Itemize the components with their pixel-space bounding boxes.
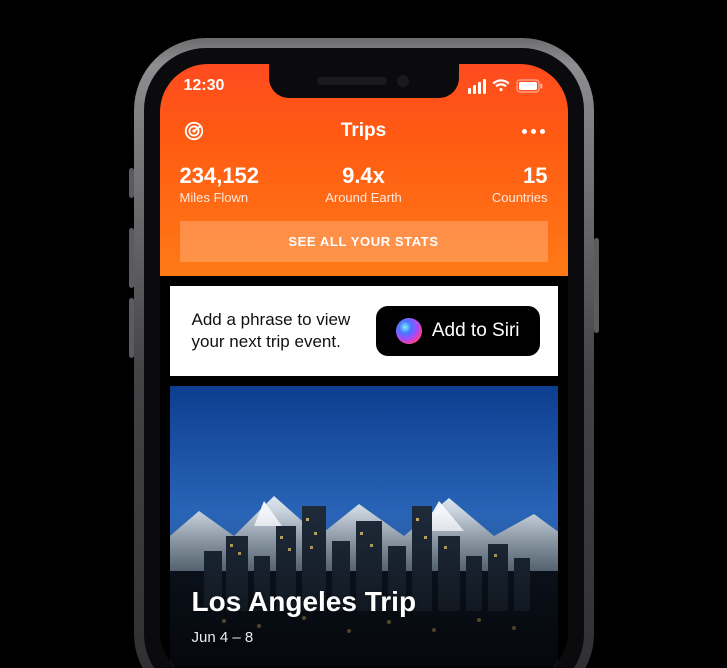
stat-label: Countries xyxy=(430,190,547,205)
stats-row: 234,152 Miles Flown 9.4x Around Earth 15… xyxy=(180,164,548,205)
trip-card-los-angeles[interactable]: Los Angeles Trip Jun 4 – 8 xyxy=(170,386,558,666)
trip-title: Los Angeles Trip xyxy=(192,586,417,618)
status-right-cluster xyxy=(468,79,544,94)
trip-dates: Jun 4 – 8 xyxy=(192,629,254,646)
add-to-siri-button[interactable]: Add to Siri xyxy=(376,306,540,356)
stat-countries[interactable]: 15 Countries xyxy=(430,164,547,205)
page-title: Trips xyxy=(341,120,386,142)
wifi-icon xyxy=(492,79,510,93)
device-notch xyxy=(269,64,459,98)
cellular-signal-icon xyxy=(468,79,486,94)
add-to-siri-card: Add a phrase to view your next trip even… xyxy=(170,286,558,376)
status-time: 12:30 xyxy=(184,77,225,95)
siri-button-label: Add to Siri xyxy=(432,320,520,342)
stat-value: 9.4x xyxy=(305,164,422,188)
device-screen: 12:30 xyxy=(160,64,568,668)
stat-label: Miles Flown xyxy=(180,190,297,205)
stat-value: 15 xyxy=(430,164,547,188)
trip-photo-overlay xyxy=(170,386,558,666)
radar-icon[interactable] xyxy=(180,120,208,142)
nav-bar: Trips xyxy=(180,120,548,142)
volume-up-button xyxy=(129,228,134,288)
siri-prompt-text: Add a phrase to view your next trip even… xyxy=(192,309,362,353)
iphone-device-frame: 12:30 xyxy=(134,38,594,668)
stat-around-earth[interactable]: 9.4x Around Earth xyxy=(305,164,422,205)
power-button xyxy=(594,238,599,333)
siri-orb-icon xyxy=(396,318,422,344)
more-icon[interactable] xyxy=(520,129,548,134)
silence-switch xyxy=(129,168,134,198)
stat-miles-flown[interactable]: 234,152 Miles Flown xyxy=(180,164,297,205)
stat-label: Around Earth xyxy=(305,190,422,205)
see-all-stats-button[interactable]: SEE ALL YOUR STATS xyxy=(180,221,548,262)
stat-value: 234,152 xyxy=(180,164,297,188)
volume-down-button xyxy=(129,298,134,358)
battery-icon xyxy=(516,79,544,93)
